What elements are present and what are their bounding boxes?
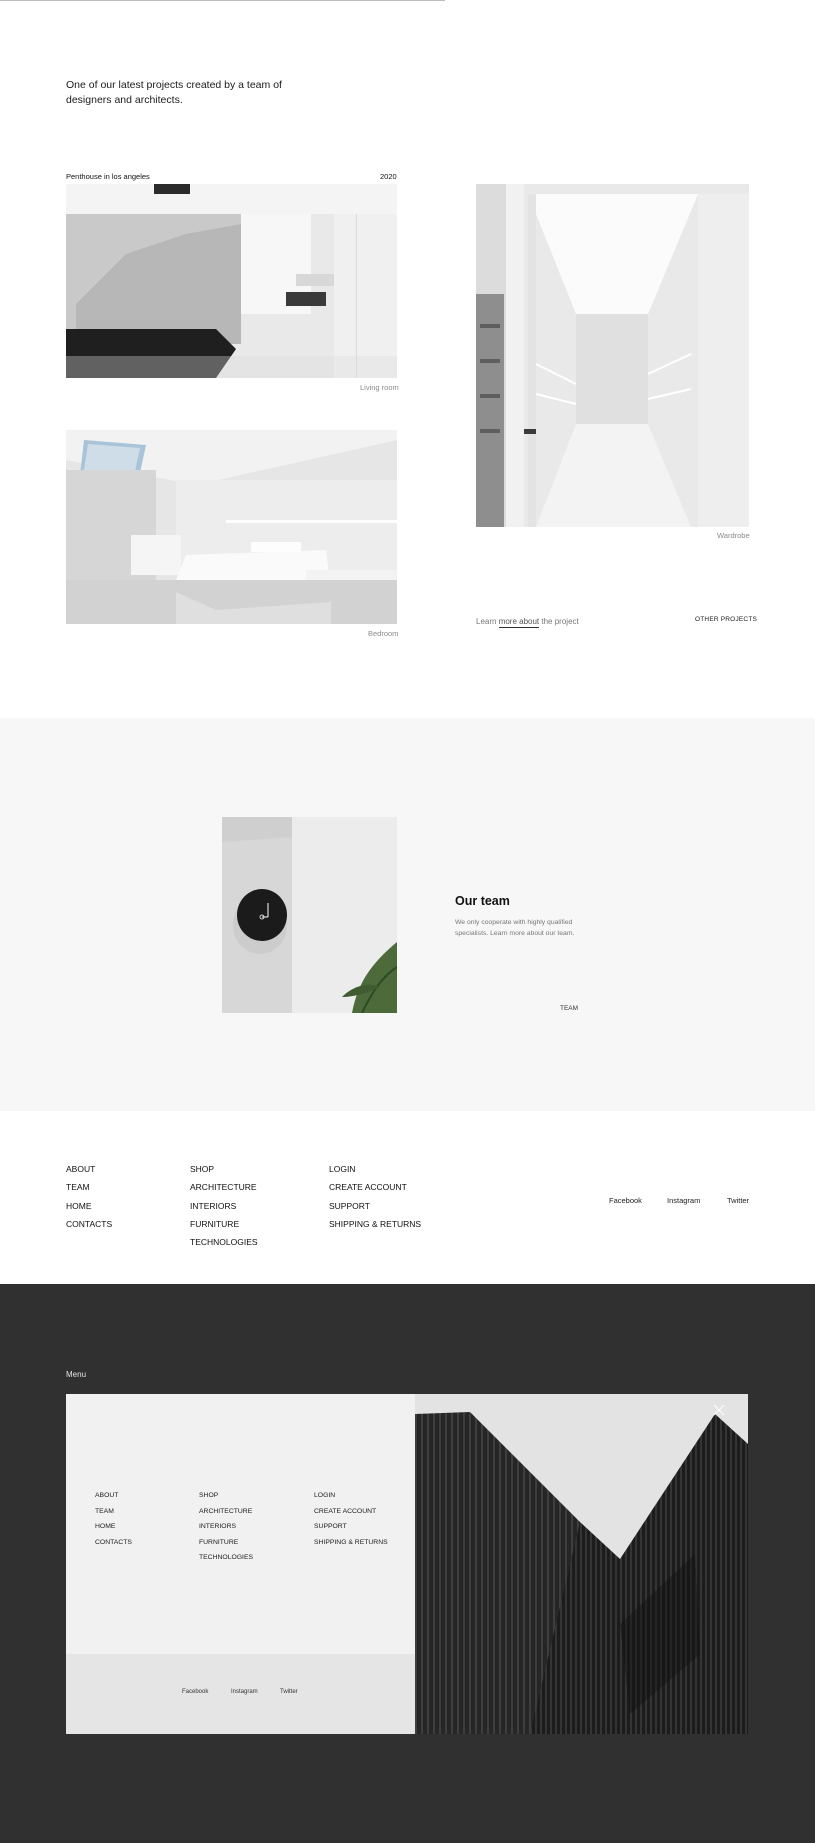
menu-link-create-account[interactable]: CREATE ACCOUNT (314, 1504, 388, 1520)
menu-col-shop: SHOP ARCHITECTURE INTERIORS FURNITURE TE… (199, 1488, 253, 1566)
footer-link-team[interactable]: TEAM (66, 1178, 112, 1196)
menu-link-login[interactable]: LOGIN (314, 1488, 388, 1504)
wardrobe-caption: Wardrobe (717, 531, 750, 540)
footer-instagram-link[interactable]: Instagram (667, 1196, 700, 1205)
project-year: 2020 (380, 172, 397, 181)
learn-more-prefix: Learn (476, 617, 499, 626)
living-room-image[interactable] (66, 184, 397, 378)
bedroom-caption: Bedroom (368, 629, 399, 638)
other-projects-link[interactable]: OTHER PROJECTS (695, 616, 757, 623)
footer-link-create-account[interactable]: CREATE ACCOUNT (329, 1178, 421, 1196)
footer-link-shipping[interactable]: SHIPPING & RETURNS (329, 1215, 421, 1233)
footer-col-about: ABOUT TEAM HOME CONTACTS (66, 1160, 112, 1233)
menu-link-team[interactable]: TEAM (95, 1504, 132, 1520)
menu-architecture-image (415, 1394, 748, 1734)
team-link[interactable]: TEAM (560, 1005, 578, 1012)
footer-link-architecture[interactable]: ARCHITECTURE (190, 1178, 258, 1196)
footer-col-account: LOGIN CREATE ACCOUNT SUPPORT SHIPPING & … (329, 1160, 421, 1233)
menu-col-account: LOGIN CREATE ACCOUNT SUPPORT SHIPPING & … (314, 1488, 388, 1550)
menu-link-architecture[interactable]: ARCHITECTURE (199, 1504, 253, 1520)
wardrobe-image[interactable] (476, 184, 749, 527)
footer-link-contacts[interactable]: CONTACTS (66, 1215, 112, 1233)
learn-more-suffix: the project (539, 617, 579, 626)
team-title: Our team (455, 894, 510, 908)
team-clock-image[interactable] (222, 817, 397, 1013)
menu-col-about: ABOUT TEAM HOME CONTACTS (95, 1488, 132, 1550)
footer-link-about[interactable]: ABOUT (66, 1160, 112, 1178)
close-icon[interactable] (712, 1403, 726, 1417)
footer-link-support[interactable]: SUPPORT (329, 1197, 421, 1215)
team-description: We only cooperate with highly qualified … (455, 919, 575, 937)
menu-link-shipping[interactable]: SHIPPING & RETURNS (314, 1535, 388, 1551)
footer-col-shop: SHOP ARCHITECTURE INTERIORS FURNITURE TE… (190, 1160, 258, 1251)
intro-text: One of our latest projects created by a … (66, 79, 282, 106)
menu-label: Menu (66, 1370, 87, 1379)
footer-link-interiors[interactable]: INTERIORS (190, 1197, 258, 1215)
menu-instagram-link[interactable]: Instagram (231, 1689, 258, 1695)
menu-facebook-link[interactable]: Facebook (182, 1689, 208, 1695)
learn-more-underlined: more about (498, 617, 540, 628)
bedroom-image[interactable] (66, 430, 397, 624)
project-title: Penthouse in los angeles (66, 172, 150, 181)
team-section (0, 718, 815, 1111)
menu-link-about[interactable]: ABOUT (95, 1488, 132, 1504)
menu-link-interiors[interactable]: INTERIORS (199, 1519, 253, 1535)
menu-link-technologies[interactable]: TECHNOLOGIES (199, 1550, 253, 1566)
footer-twitter-link[interactable]: Twitter (727, 1196, 749, 1205)
menu-link-contacts[interactable]: CONTACTS (95, 1535, 132, 1551)
menu-twitter-link[interactable]: Twitter (280, 1689, 298, 1695)
footer-facebook-link[interactable]: Facebook (609, 1196, 642, 1205)
footer-link-shop[interactable]: SHOP (190, 1160, 258, 1178)
menu-link-furniture[interactable]: FURNITURE (199, 1535, 253, 1551)
footer-link-home[interactable]: HOME (66, 1197, 112, 1215)
menu-link-support[interactable]: SUPPORT (314, 1519, 388, 1535)
footer-link-login[interactable]: LOGIN (329, 1160, 421, 1178)
learn-more-link[interactable]: Learn more about the project (476, 617, 579, 628)
menu-link-home[interactable]: HOME (95, 1519, 132, 1535)
menu-link-shop[interactable]: SHOP (199, 1488, 253, 1504)
footer-link-technologies[interactable]: TECHNOLOGIES (190, 1233, 258, 1251)
top-divider (0, 0, 445, 1)
living-room-caption: Living room (360, 383, 399, 392)
footer-link-furniture[interactable]: FURNITURE (190, 1215, 258, 1233)
